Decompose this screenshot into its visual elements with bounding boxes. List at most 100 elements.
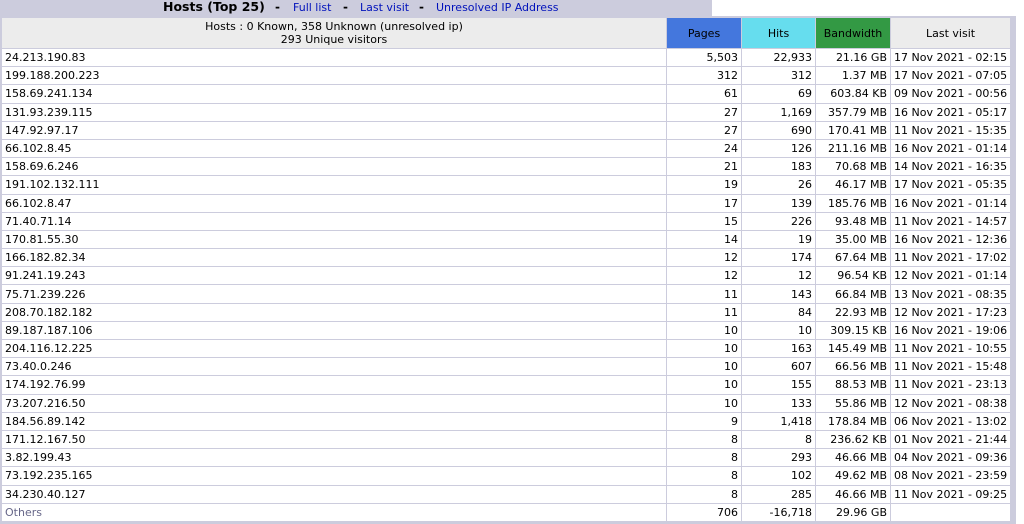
- table-row: 191.102.132.111 19 26 46.17 MB 17 Nov 2021 -…: [2, 176, 1011, 194]
- separator: -: [419, 0, 424, 14]
- host-cell: 89.187.187.106: [2, 321, 666, 339]
- bandwidth-cell: 96.54 KB: [816, 267, 890, 285]
- last-visit-column-header: Last visit: [891, 18, 1011, 48]
- table-row: 171.12.167.50 8 8 236.62 KB 01 Nov 2021 - 21…: [2, 430, 1011, 449]
- hits-cell: 102: [742, 467, 815, 485]
- table-row: 34.230.40.127 8 285 46.66 MB 11 Nov 2021 - 0…: [2, 485, 1011, 503]
- hits-cell: 133: [742, 394, 815, 412]
- pages-cell: 12: [667, 249, 741, 267]
- last-visit-cell: [891, 503, 1011, 521]
- host-cell: 158.69.6.246: [2, 158, 666, 176]
- last-visit-cell: 11 Nov 2021 - 09:25: [891, 485, 1011, 503]
- hits-cell: 8: [742, 430, 815, 449]
- host-cell: 91.241.19.243: [2, 267, 666, 285]
- host-cell: 204.116.12.225: [2, 340, 666, 358]
- bandwidth-cell: 145.49 MB: [816, 340, 890, 358]
- last-visit-cell: 08 Nov 2021 - 23:59: [891, 467, 1011, 485]
- hits-cell: 139: [742, 194, 815, 212]
- pages-cell: 9: [667, 412, 741, 430]
- bandwidth-cell: 49.62 MB: [816, 467, 890, 485]
- pages-cell: 312: [667, 67, 741, 85]
- table-row: 73.207.216.50 10 133 55.86 MB 12 Nov 2021 - …: [2, 394, 1011, 412]
- hits-cell: 1,418: [742, 412, 815, 430]
- host-cell: 199.188.200.223: [2, 67, 666, 85]
- host-cell: 75.71.239.226: [2, 285, 666, 303]
- host-cell: 66.102.8.45: [2, 139, 666, 158]
- full-list-link[interactable]: Full list: [293, 1, 331, 14]
- unique-visitors-line: 293 Unique visitors: [280, 33, 388, 46]
- last-visit-cell: 11 Nov 2021 - 10:55: [891, 340, 1011, 358]
- pages-cell: 5,503: [667, 49, 741, 67]
- hits-cell: 26: [742, 176, 815, 194]
- host-cell: 34.230.40.127: [2, 485, 666, 503]
- pages-cell: 706: [667, 503, 741, 521]
- bandwidth-cell: 1.37 MB: [816, 67, 890, 85]
- section-title: Hosts (Top 25): [163, 0, 265, 14]
- table-row: 170.81.55.30 14 19 35.00 MB 16 Nov 2021 - 12…: [2, 230, 1011, 249]
- hits-cell: 84: [742, 303, 815, 321]
- last-visit-link[interactable]: Last visit: [360, 1, 409, 14]
- hits-cell: 10: [742, 321, 815, 339]
- pages-cell: 8: [667, 430, 741, 449]
- table-row: 75.71.239.226 11 143 66.84 MB 13 Nov 2021 - …: [2, 285, 1011, 303]
- table-row: 131.93.239.115 27 1,169 357.79 MB 16 Nov 202…: [2, 103, 1011, 121]
- pages-cell: 10: [667, 394, 741, 412]
- bandwidth-cell: 357.79 MB: [816, 103, 890, 121]
- last-visit-cell: 16 Nov 2021 - 12:36: [891, 230, 1011, 249]
- table-row: 158.69.6.246 21 183 70.68 MB 14 Nov 2021 - 1…: [2, 158, 1011, 176]
- table-row: 158.69.241.134 61 69 603.84 KB 09 Nov 2021 -…: [2, 85, 1011, 103]
- hits-cell: 155: [742, 376, 815, 394]
- bandwidth-cell: 29.96 GB: [816, 503, 890, 521]
- pages-cell: 27: [667, 103, 741, 121]
- last-visit-cell: 04 Nov 2021 - 09:36: [891, 449, 1011, 467]
- host-cell: 147.92.97.17: [2, 121, 666, 139]
- bandwidth-cell: 211.16 MB: [816, 139, 890, 158]
- host-cell: 171.12.167.50: [2, 430, 666, 449]
- last-visit-cell: 12 Nov 2021 - 08:38: [891, 394, 1011, 412]
- bandwidth-cell: 70.68 MB: [816, 158, 890, 176]
- pages-cell: 27: [667, 121, 741, 139]
- last-visit-cell: 17 Nov 2021 - 02:15: [891, 49, 1011, 67]
- hosts-summary-line: Hosts : 0 Known, 358 Unknown (unresolved…: [205, 20, 463, 33]
- hits-cell: 174: [742, 249, 815, 267]
- hits-cell: 163: [742, 340, 815, 358]
- last-visit-cell: 11 Nov 2021 - 17:02: [891, 249, 1011, 267]
- table-row: 199.188.200.223 312 312 1.37 MB 17 Nov 2021 …: [2, 67, 1011, 85]
- last-visit-cell: 09 Nov 2021 - 00:56: [891, 85, 1011, 103]
- pages-cell: 10: [667, 321, 741, 339]
- pages-cell: 14: [667, 230, 741, 249]
- table-row: 66.102.8.47 17 139 185.76 MB 16 Nov 2021 - 0…: [2, 194, 1011, 212]
- last-visit-cell: 16 Nov 2021 - 01:14: [891, 139, 1011, 158]
- hits-cell: 126: [742, 139, 815, 158]
- hits-cell: 293: [742, 449, 815, 467]
- last-visit-cell: 11 Nov 2021 - 23:13: [891, 376, 1011, 394]
- pages-cell: 61: [667, 85, 741, 103]
- pages-cell: 11: [667, 303, 741, 321]
- pages-cell: 21: [667, 158, 741, 176]
- bandwidth-cell: 93.48 MB: [816, 212, 890, 230]
- separator: -: [343, 0, 348, 14]
- pages-cell: 8: [667, 485, 741, 503]
- pages-column-header: Pages: [667, 18, 741, 48]
- pages-cell: 19: [667, 176, 741, 194]
- table-row: 73.40.0.246 10 607 66.56 MB 11 Nov 2021 - 15…: [2, 358, 1011, 376]
- pages-cell: 24: [667, 139, 741, 158]
- host-cell: 166.182.82.34: [2, 249, 666, 267]
- hits-cell: 143: [742, 285, 815, 303]
- last-visit-cell: 16 Nov 2021 - 01:14: [891, 194, 1011, 212]
- last-visit-cell: 14 Nov 2021 - 16:35: [891, 158, 1011, 176]
- table-row: 147.92.97.17 27 690 170.41 MB 11 Nov 2021 - …: [2, 121, 1011, 139]
- last-visit-cell: 16 Nov 2021 - 05:17: [891, 103, 1011, 121]
- bandwidth-cell: 309.15 KB: [816, 321, 890, 339]
- hits-cell: 285: [742, 485, 815, 503]
- pages-cell: 10: [667, 340, 741, 358]
- unresolved-ip-link[interactable]: Unresolved IP Address: [436, 1, 559, 14]
- others-row: Others 706 -16,718 29.96 GB: [2, 503, 1011, 521]
- pages-cell: 17: [667, 194, 741, 212]
- hits-cell: 183: [742, 158, 815, 176]
- hits-cell: 690: [742, 121, 815, 139]
- bandwidth-cell: 55.86 MB: [816, 394, 890, 412]
- last-visit-cell: 11 Nov 2021 - 15:35: [891, 121, 1011, 139]
- hosts-summary-cell: Hosts : 0 Known, 358 Unknown (unresolved…: [2, 18, 666, 48]
- hits-cell: 312: [742, 67, 815, 85]
